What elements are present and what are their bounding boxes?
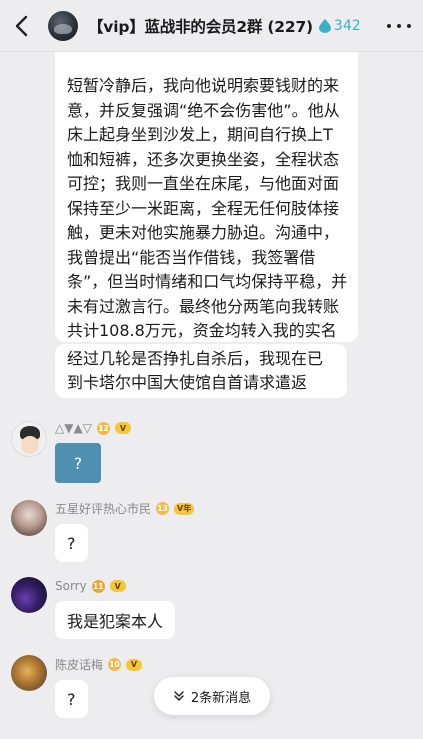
sender-info: 陈皮话梅 10 V (55, 656, 143, 673)
more-icon (387, 24, 391, 28)
vip-badge: V (114, 422, 131, 434)
message-bubble-mid[interactable]: 经过几轮是否挣扎自杀后，我现在已到卡塔尔中国大使馆自首请求遣返 (55, 344, 347, 398)
sender-info: △▼▲▽ 12 V (55, 421, 131, 435)
avatar[interactable] (11, 577, 47, 613)
avatar[interactable] (11, 500, 47, 536)
sender-name: Sorry (55, 579, 87, 593)
sender-name: △▼▲▽ (55, 421, 92, 435)
level-badge: 12 (96, 421, 110, 435)
vip-badge: V (126, 658, 143, 671)
chat-title[interactable]: 【vip】蓝战非的会员2群 (227) (88, 15, 313, 37)
double-chevron-down-icon (174, 691, 184, 701)
message-bubble[interactable]: ? (55, 680, 88, 718)
level-badge: 10 (108, 658, 122, 671)
back-button[interactable] (0, 0, 44, 52)
level-badge: 13 (156, 502, 170, 515)
top-bar: 【vip】蓝战非的会员2群 (227) 342 (0, 0, 423, 52)
vip-badge: V年 (174, 502, 195, 515)
new-messages-button[interactable]: 2条新消息 (154, 677, 270, 715)
message-bubble-long[interactable]: 短暂冷静后，我向他说明索要钱财的来意，并反复强调“绝不会伤害他”。他从床上起身坐… (55, 52, 358, 365)
group-avatar[interactable] (48, 10, 78, 41)
sender-info: Sorry 11 V (55, 579, 126, 593)
image-message[interactable]: ? (55, 443, 101, 483)
sender-name: 五星好评热心市民 (55, 502, 152, 516)
message-text: 经过几轮是否挣扎自杀后，我现在已到卡塔尔中国大使馆自首请求遣返 (67, 348, 324, 393)
message-bubble[interactable]: ? (55, 524, 88, 562)
sender-info: 五星好评热心市民 13 V年 (55, 500, 195, 517)
new-messages-label: 2条新消息 (190, 690, 252, 706)
heat-indicator: 342 (318, 17, 361, 34)
level-badge: 11 (91, 579, 105, 593)
chat-area[interactable]: 短暂冷静后，我向他说明索要钱财的来意，并反复强调“绝不会伤害他”。他从床上起身坐… (0, 52, 423, 739)
more-button[interactable] (387, 15, 411, 37)
chevron-left-icon (15, 15, 28, 36)
vip-badge: V (109, 580, 126, 592)
avatar[interactable] (11, 421, 47, 457)
droplet-icon (318, 18, 331, 33)
sender-name: 陈皮话梅 (55, 658, 104, 672)
avatar[interactable] (11, 655, 47, 691)
message-bubble[interactable]: 我是犯案本人 (55, 601, 176, 639)
heat-count: 342 (333, 17, 361, 34)
